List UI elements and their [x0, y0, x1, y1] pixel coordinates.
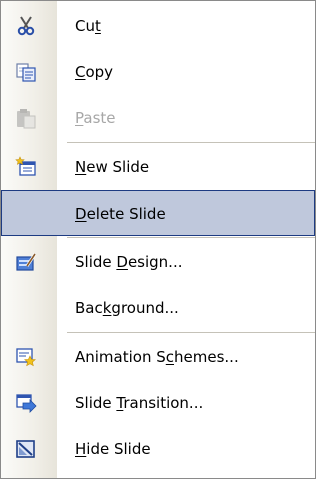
menu-item-label: Copy — [75, 63, 114, 81]
scissors-icon — [15, 15, 37, 37]
menu-separator — [67, 142, 315, 143]
slide-transition-icon — [15, 392, 37, 414]
menu-item-label: Slide Design... — [75, 253, 183, 271]
menu-item-copy[interactable]: Copy — [1, 49, 315, 95]
clipboard-paste-icon — [15, 107, 37, 129]
hide-slide-icon — [15, 438, 37, 460]
menu-item-cut[interactable]: Cut — [1, 3, 315, 49]
menu-item-label: Paste — [75, 109, 116, 127]
menu-item-animation-schemes[interactable]: Animation Schemes... — [1, 334, 315, 380]
new-slide-icon — [15, 156, 37, 178]
menu-item-slide-transition[interactable]: Slide Transition... — [1, 380, 315, 426]
menu-item-hide-slide[interactable]: Hide Slide — [1, 426, 315, 472]
menu-item-label: Delete Slide — [75, 205, 166, 223]
animation-schemes-icon — [15, 346, 37, 368]
menu-item-new-slide[interactable]: New Slide — [1, 144, 315, 190]
menu-item-label: Cut — [75, 17, 101, 35]
menu-item-label: Animation Schemes... — [75, 348, 239, 366]
menu-item-label: New Slide — [75, 158, 150, 176]
menu-item-label: Hide Slide — [75, 440, 151, 458]
menu-separator — [67, 237, 315, 238]
menu-separator — [67, 332, 315, 333]
menu-item-label: Background... — [75, 299, 179, 317]
copy-icon — [15, 61, 37, 83]
slide-design-icon — [15, 251, 37, 273]
menu-item-delete-slide[interactable]: Delete Slide — [1, 190, 315, 236]
menu-item-background[interactable]: Background... — [1, 285, 315, 331]
menu-item-slide-design[interactable]: Slide Design... — [1, 239, 315, 285]
menu-item-paste[interactable]: Paste — [1, 95, 315, 141]
context-menu: Cut Copy Paste New Slide Delete Slide Sl… — [0, 0, 316, 479]
menu-item-label: Slide Transition... — [75, 394, 204, 412]
